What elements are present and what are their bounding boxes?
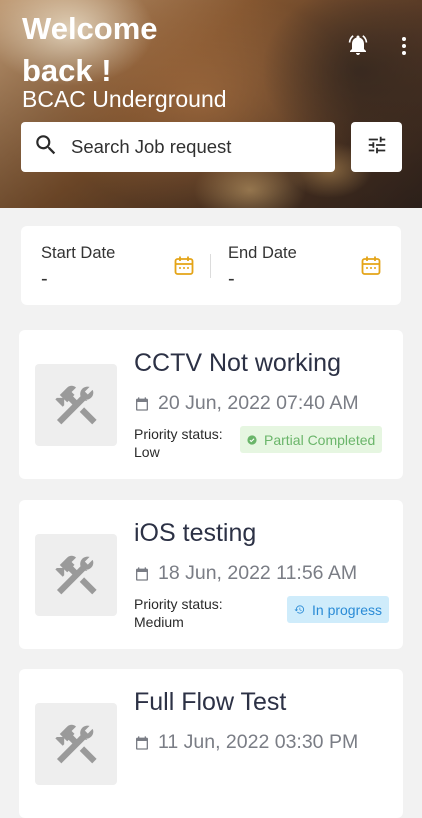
search-icon (33, 132, 59, 163)
start-date-field[interactable]: Start Date - (21, 226, 211, 305)
priority-value: Medium (134, 614, 184, 630)
job-card[interactable]: Full Flow Test 11 Jun, 2022 03:30 PM (19, 669, 403, 818)
end-date-value: - (228, 268, 235, 290)
job-title: CCTV Not working (134, 349, 341, 377)
calendar-icon (136, 735, 148, 750)
welcome-title: Welcome back ! (22, 11, 158, 88)
calendar-icon[interactable] (359, 254, 383, 283)
site-name: BCAC Underground (22, 86, 227, 112)
filter-sliders-icon (366, 134, 388, 161)
search-bar[interactable]: Search Job request (21, 122, 335, 172)
tools-icon (35, 364, 117, 446)
calendar-icon (136, 396, 148, 411)
job-date: 18 Jun, 2022 11:56 AM (134, 562, 357, 585)
calendar-icon (136, 566, 148, 581)
priority-block: Priority status: Low (134, 425, 223, 461)
job-date-text: 11 Jun, 2022 03:30 PM (158, 731, 359, 753)
priority-value: Low (134, 444, 160, 460)
start-date-value: - (41, 268, 48, 290)
start-date-label: Start Date (41, 244, 116, 262)
job-title: iOS testing (134, 519, 257, 547)
status-badge: In progress (287, 596, 390, 623)
check-circle-icon (247, 434, 257, 445)
job-date: 20 Jun, 2022 07:40 AM (134, 392, 359, 415)
status-text: Partial Completed (264, 431, 376, 448)
job-card[interactable]: iOS testing 18 Jun, 2022 11:56 AM Priori… (19, 500, 403, 649)
job-date-text: 20 Jun, 2022 07:40 AM (158, 392, 359, 414)
status-text: In progress (312, 601, 383, 618)
header-banner: Welcome back ! BCAC Underground Search J… (0, 0, 422, 208)
end-date-field[interactable]: End Date - (208, 226, 398, 305)
priority-label: Priority status: (134, 596, 223, 612)
priority-label: Priority status: (134, 426, 223, 442)
bell-icon[interactable] (345, 32, 371, 58)
status-badge: Partial Completed (240, 426, 383, 453)
calendar-icon[interactable] (172, 254, 196, 283)
more-vert-icon[interactable] (394, 34, 414, 58)
tools-icon (35, 534, 117, 616)
end-date-label: End Date (228, 244, 297, 262)
job-card[interactable]: CCTV Not working 20 Jun, 2022 07:40 AM P… (19, 330, 403, 479)
date-range-card: Start Date - End Date - (21, 226, 401, 305)
job-date: 11 Jun, 2022 03:30 PM (134, 731, 358, 754)
filter-button[interactable] (351, 122, 402, 172)
job-title: Full Flow Test (134, 688, 287, 716)
priority-block: Priority status: Medium (134, 595, 223, 631)
search-input[interactable]: Search Job request (71, 136, 231, 158)
job-date-text: 18 Jun, 2022 11:56 AM (158, 562, 358, 584)
tools-icon (35, 703, 117, 785)
history-icon (294, 605, 305, 614)
